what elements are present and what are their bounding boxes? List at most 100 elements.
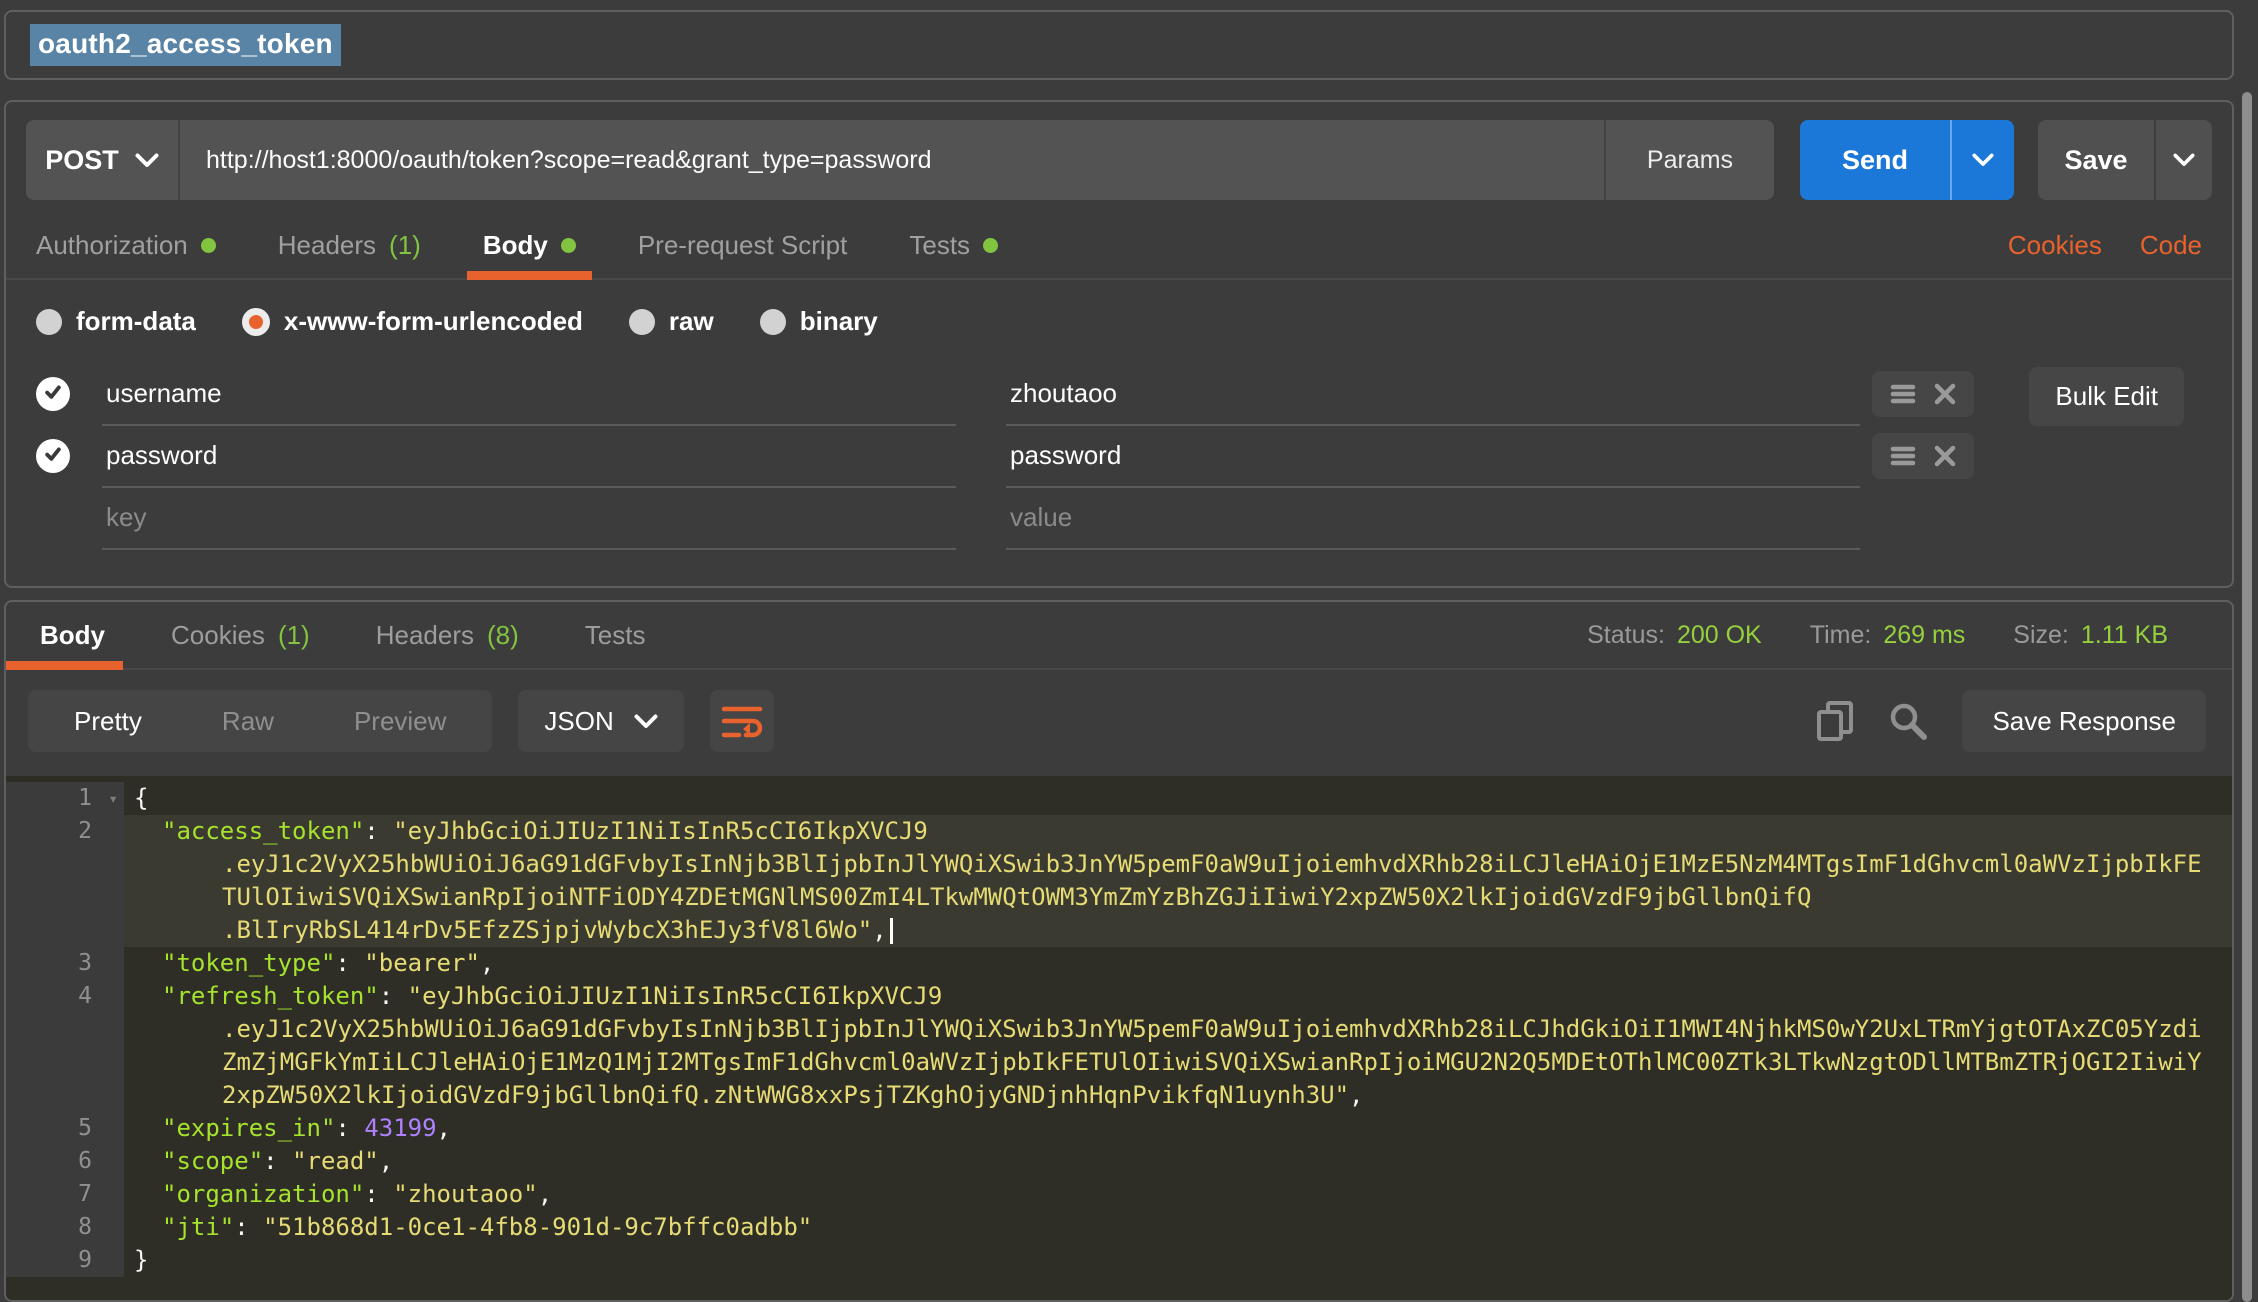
params-button[interactable]: Params: [1604, 120, 1774, 200]
fold-caret-icon[interactable]: ▾: [108, 782, 118, 815]
cookies-link[interactable]: Cookies: [2008, 230, 2102, 261]
search-icon[interactable]: [1888, 701, 1928, 741]
copy-icon[interactable]: [1816, 700, 1854, 742]
view-mode-raw[interactable]: Raw: [182, 706, 314, 737]
wrap-text-icon: [721, 702, 763, 740]
body-type-x-www-form-urlencoded[interactable]: x-www-form-urlencoded: [242, 306, 583, 337]
active-tab-underline: [467, 271, 592, 280]
response-tab-body[interactable]: Body: [40, 602, 105, 668]
status-dot-icon: [983, 238, 998, 253]
url-input[interactable]: http://host1:8000/oauth/token?scope=read…: [178, 120, 1604, 200]
body-type-radios: form-data x-www-form-urlencoded raw binary: [6, 280, 2232, 347]
tab-count: (8): [487, 620, 519, 651]
format-select[interactable]: JSON: [518, 690, 683, 752]
value-field[interactable]: password: [1006, 424, 1860, 488]
value-field[interactable]: zhoutaoo: [1006, 362, 1860, 426]
response-tab-headers[interactable]: Headers(8): [376, 602, 519, 668]
time-label: Time:: [1810, 621, 1872, 650]
request-name[interactable]: oauth2_access_token: [30, 24, 341, 66]
response-tab-cookies[interactable]: Cookies(1): [171, 602, 310, 668]
tab-headers[interactable]: Headers(1): [278, 212, 421, 278]
line-number: [6, 1079, 124, 1112]
code-line[interactable]: 2"access_token": "eyJhbGciOiJIUzI1NiIsIn…: [6, 815, 2232, 848]
size-indicator: Size:1.11 KB: [2013, 621, 2168, 650]
code-line[interactable]: 4"refresh_token": "eyJhbGciOiJIUzI1NiIsI…: [6, 980, 2232, 1013]
value-field[interactable]: value: [1006, 486, 1860, 550]
code-editor[interactable]: 1▾{2"access_token": "eyJhbGciOiJIUzI1NiI…: [6, 776, 2232, 1300]
code-line[interactable]: 5"expires_in": 43199,: [6, 1112, 2232, 1145]
tab-tests[interactable]: Tests: [909, 212, 998, 278]
line-number: 9: [6, 1244, 124, 1277]
row-menu-icon[interactable]: [1890, 445, 1916, 467]
code-content: "token_type": "bearer",: [124, 947, 494, 980]
line-number: 8: [6, 1211, 124, 1244]
tab-authorization[interactable]: Authorization: [36, 212, 216, 278]
view-mode-preview[interactable]: Preview: [314, 706, 486, 737]
code-line[interactable]: 2xpZW50X2lkIjoidGVzdF9jbGllbnQifQ.zNtWWG…: [6, 1079, 2232, 1112]
code-line[interactable]: 3"token_type": "bearer",: [6, 947, 2232, 980]
text-cursor: [890, 918, 893, 944]
status-dot-icon: [201, 238, 216, 253]
tab-label: Cookies: [171, 620, 265, 651]
code-line[interactable]: TUlOIiwiSVQiXSwianRpIjoiNTFiODY4ZDEtMGNl…: [6, 881, 2232, 914]
row-delete-icon[interactable]: [1934, 383, 1956, 405]
bulk-edit-button[interactable]: Bulk Edit: [2029, 367, 2184, 426]
response-viewer: BodyCookies(1)Headers(8)TestsStatus:200 …: [4, 600, 2234, 1302]
save-button[interactable]: Save: [2038, 120, 2154, 200]
row-menu-icon[interactable]: [1890, 383, 1916, 405]
body-type-raw[interactable]: raw: [629, 306, 714, 337]
radio-label: raw: [669, 306, 714, 337]
code-line[interactable]: 7"organization": "zhoutaoo",: [6, 1178, 2232, 1211]
body-type-binary[interactable]: binary: [760, 306, 878, 337]
row-checkbox[interactable]: [36, 377, 70, 411]
send-button[interactable]: Send: [1800, 120, 1950, 200]
radio-label: form-data: [76, 306, 196, 337]
radio-selected-icon: [242, 308, 270, 336]
key-field[interactable]: username: [102, 362, 956, 426]
url-row: POST http://host1:8000/oauth/token?scope…: [26, 120, 2212, 200]
tab-label: Body: [483, 230, 548, 261]
row-actions: [1872, 371, 1982, 417]
size-value: 1.11 KB: [2081, 621, 2168, 650]
tab-count: (1): [389, 230, 421, 261]
line-number: [6, 881, 124, 914]
time-value: 269 ms: [1883, 621, 1965, 650]
code-content: .eyJ1c2VyX25hbWUiOiJ6aG91dGFvbyIsInNjb3B…: [124, 848, 2232, 881]
code-line[interactable]: ZmZjMGFkYmIiLCJleHAiOjE1MzQ1MjI2MTgsImF1…: [6, 1046, 2232, 1079]
tab-pre-request-script[interactable]: Pre-request Script: [638, 212, 848, 278]
send-dropdown-button[interactable]: [1950, 120, 2014, 200]
response-tab-tests[interactable]: Tests: [585, 602, 646, 668]
save-response-button[interactable]: Save Response: [1962, 690, 2206, 752]
code-line[interactable]: .eyJ1c2VyX25hbWUiOiJ6aG91dGFvbyIsInNjb3B…: [6, 1013, 2232, 1046]
code-line[interactable]: 6"scope": "read",: [6, 1145, 2232, 1178]
line-number: 4: [6, 980, 124, 1013]
body-type-form-data[interactable]: form-data: [36, 306, 196, 337]
time-indicator: Time: 269 ms: [1810, 621, 1966, 650]
chevron-down-icon: [634, 714, 658, 729]
view-mode-pretty[interactable]: Pretty: [34, 706, 182, 737]
page-scrollbar[interactable]: [2242, 92, 2252, 1302]
line-number: [6, 848, 124, 881]
wrap-text-button[interactable]: [710, 690, 774, 752]
key-field[interactable]: key: [102, 486, 956, 550]
row-check-cell: [36, 439, 102, 473]
code-content: }: [124, 1244, 148, 1277]
row-checkbox[interactable]: [36, 439, 70, 473]
code-content: "organization": "zhoutaoo",: [124, 1178, 552, 1211]
line-number: 7: [6, 1178, 124, 1211]
response-toolbar: PrettyRawPreview JSON Save Response: [6, 670, 2232, 776]
chevron-down-icon: [135, 153, 159, 168]
method-select[interactable]: POST: [26, 120, 178, 200]
code-line[interactable]: 9}: [6, 1244, 2232, 1277]
code-line[interactable]: .eyJ1c2VyX25hbWUiOiJ6aG91dGFvbyIsInNjb3B…: [6, 848, 2232, 881]
line-number: [6, 1013, 124, 1046]
code-line[interactable]: 8"jti": "51b868d1-0ce1-4fb8-901d-9c7bffc…: [6, 1211, 2232, 1244]
row-delete-icon[interactable]: [1934, 445, 1956, 467]
tab-body[interactable]: Body: [483, 212, 576, 278]
code-link[interactable]: Code: [2140, 230, 2202, 261]
code-line[interactable]: 1▾{: [6, 782, 2232, 815]
key-field[interactable]: password: [102, 424, 956, 488]
save-dropdown-button[interactable]: [2154, 120, 2212, 200]
row-buttons: [1872, 433, 1974, 479]
code-line[interactable]: .BlIryRbSL414rDv5EfzZSjpjvWybcX3hEJy3fV8…: [6, 914, 2232, 947]
